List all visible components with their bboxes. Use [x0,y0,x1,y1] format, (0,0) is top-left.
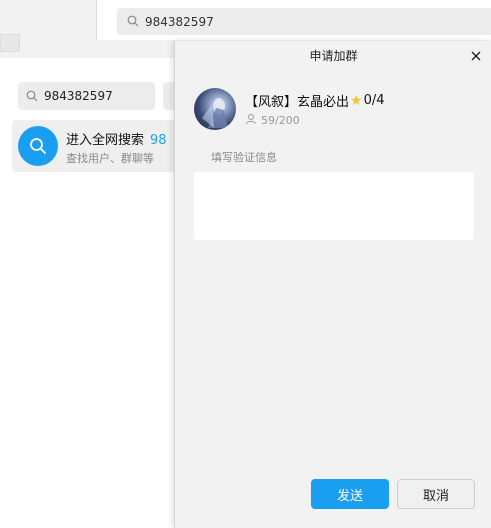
group-name-prefix: 【风叙】玄晶必出 [245,95,350,110]
join-group-dialog: 申请加群 【风叙】玄晶必出 ★ 0/4 59/200 填写验证信息 发送 取消 [174,41,491,528]
close-icon [471,46,481,65]
global-search-highlight: 98 [150,133,167,148]
search-icon [127,12,139,31]
member-count: 59/200 [245,113,300,128]
member-count-text: 59/200 [261,114,300,127]
search-value: 984382597 [44,89,113,103]
user-icon [245,113,257,128]
dialog-header: 申请加群 [175,41,491,69]
global-search-subtitle: 查找用户、群聊等 [66,152,154,165]
search-icon [18,126,58,166]
group-avatar [194,88,236,130]
cancel-button[interactable]: 取消 [397,479,475,509]
close-button[interactable] [467,46,485,64]
global-search-item[interactable]: 进入全网搜索 98 查找用户、群聊等 [12,120,190,172]
search-icon [26,87,38,106]
search-input[interactable]: 984382597 [18,82,155,110]
group-name: 【风叙】玄晶必出 ★ 0/4 [245,91,385,111]
back-search-value: 984382597 [145,14,214,29]
star-icon: ★ [350,92,363,109]
send-button[interactable]: 发送 [311,479,389,509]
back-search-input[interactable]: 984382597 [117,8,491,35]
verify-message-input[interactable] [194,172,474,240]
verify-label: 填写验证信息 [211,151,277,164]
window-edge [0,34,20,52]
group-name-suffix: 0/4 [363,93,385,108]
global-search-title: 进入全网搜索 98 [66,129,167,148]
global-search-label: 进入全网搜索 [66,133,145,148]
dialog-title: 申请加群 [309,48,358,63]
background-window: 984382597 [96,0,491,40]
search-panel: 984382597 进入全网搜索 98 查找用户、群聊等 [0,58,190,528]
